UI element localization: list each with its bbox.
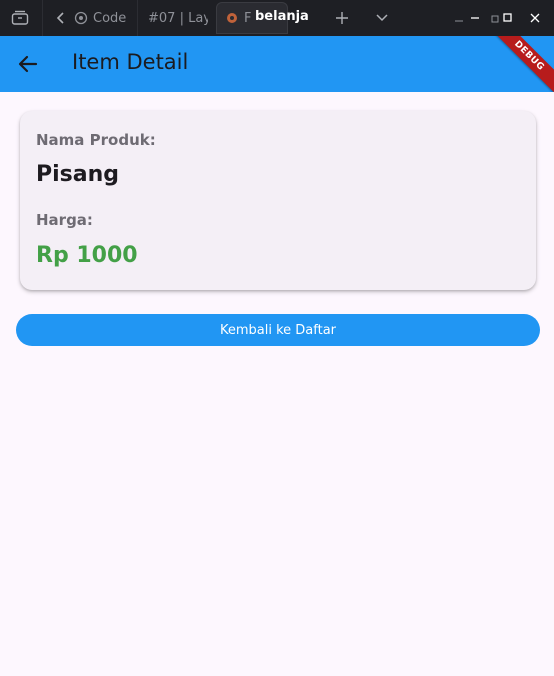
price-value: Rp 1000: [36, 243, 138, 268]
tab-label: F: [244, 10, 252, 26]
flutter-app-icon: [227, 13, 237, 23]
tab-label: #07 | Lay: [148, 10, 208, 26]
product-name-label: Nama Produk:: [36, 131, 156, 149]
new-tab-icon[interactable]: [330, 0, 354, 36]
product-name-value: Pisang: [36, 162, 120, 187]
debug-banner: DEBUG: [484, 36, 554, 92]
minimize-icon[interactable]: [452, 0, 466, 36]
window-title: belanja: [255, 9, 309, 24]
back-arrow-icon[interactable]: [16, 52, 40, 76]
tab-layout[interactable]: #07 | Lay: [148, 2, 208, 34]
codelab-icon: [74, 11, 88, 25]
close-icon[interactable]: [528, 0, 542, 36]
price-label: Harga:: [36, 211, 93, 229]
window-chrome: Code #07 | Lay F belanja: [0, 0, 554, 36]
page-title: Item Detail: [72, 50, 189, 74]
item-detail-card: Nama Produk: Pisang Harga: Rp 1000: [20, 111, 536, 290]
chevron-left-icon[interactable]: [52, 0, 70, 36]
tab-label: Code: [93, 10, 127, 26]
back-to-list-button[interactable]: Kembali ke Daftar: [16, 314, 540, 346]
tab-code[interactable]: Code: [74, 2, 134, 34]
tab-overview-icon[interactable]: [8, 0, 32, 36]
app-bar: Item Detail DEBUG: [0, 36, 554, 92]
chevron-down-icon[interactable]: [370, 0, 394, 36]
minimize-icon-overlay[interactable]: [468, 0, 482, 36]
maximize-icon[interactable]: [501, 0, 515, 36]
